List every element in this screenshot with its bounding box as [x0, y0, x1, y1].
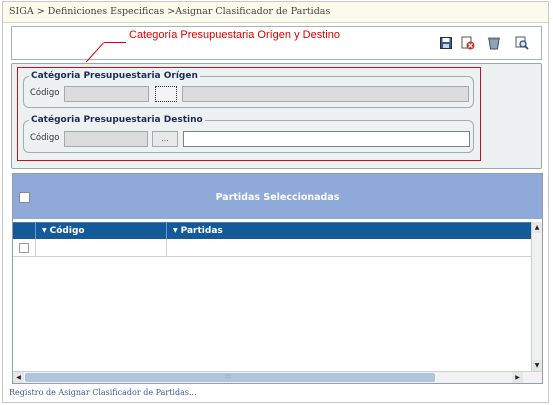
cancel-icon[interactable]	[461, 36, 475, 50]
destino-code-field[interactable]	[64, 131, 148, 147]
destino-legend: Catégoria Presupuestaria Destino	[31, 115, 203, 125]
partidas-grid: Partidas Seleccionadas ▼ Código ▼ Partidas…	[12, 173, 543, 384]
column-partidas[interactable]: ▼ Partidas	[167, 223, 531, 240]
destino-code-label: Código	[30, 133, 60, 143]
sort-down-icon: ▼	[173, 227, 178, 234]
origen-description-field[interactable]	[182, 86, 469, 102]
toolbar: Categoría Presupuestaria Orígen y Destin…	[11, 26, 542, 60]
scroll-up-icon[interactable]: ▲	[532, 222, 542, 233]
delete-icon[interactable]	[487, 36, 501, 50]
horizontal-scrollbar[interactable]: ◀ ::: ▶	[13, 371, 542, 383]
origen-group: Catégoria Presupuestaria Orígen Código	[23, 71, 474, 108]
breadcrumb: SIGA > Definiciones Especificas >Asignar…	[3, 2, 548, 23]
destino-group: Catégoria Presupuestaria Destino Código …	[23, 115, 474, 153]
annotation-label: Categoría Presupuestaria Orígen y Destin…	[129, 29, 340, 41]
table-row[interactable]	[13, 239, 531, 257]
status-bar: Registro de Asignar Clasificador de Part…	[9, 388, 197, 397]
filter-panel: Catégoria Presupuestaria Orígen Código C…	[11, 63, 542, 169]
row-cell-check	[13, 239, 36, 257]
column-codigo-label: Código	[49, 226, 85, 236]
destino-lookup-button[interactable]: ...	[152, 131, 178, 147]
origen-code-field[interactable]	[64, 86, 149, 102]
grid-header: Partidas Seleccionadas	[13, 174, 542, 219]
column-header-bar: ▼ Código ▼ Partidas	[13, 222, 531, 240]
scroll-down-icon[interactable]: ▼	[532, 360, 542, 371]
save-icon[interactable]	[439, 36, 453, 50]
scroll-right-icon[interactable]: ▶	[512, 372, 523, 383]
origen-legend: Catégoria Presupuestaria Orígen	[31, 71, 198, 81]
origen-code-label: Código	[30, 88, 60, 98]
origen-lookup-button[interactable]	[155, 86, 177, 102]
grid-title: Partidas Seleccionadas	[215, 192, 340, 203]
scroll-left-icon[interactable]: ◀	[13, 372, 24, 383]
highlight-box: Catégoria Presupuestaria Orígen Código C…	[17, 67, 481, 161]
column-partidas-label: Partidas	[180, 226, 223, 236]
sort-down-icon: ▼	[42, 227, 47, 234]
vertical-scrollbar[interactable]: ▲ ▼	[531, 222, 542, 371]
column-codigo[interactable]: ▼ Código	[36, 223, 167, 240]
grip-icon: :::	[225, 373, 232, 380]
column-checkbox-header	[13, 223, 36, 240]
row-cell-codigo	[36, 239, 167, 257]
search-icon[interactable]	[515, 36, 529, 50]
app-frame: SIGA > Definiciones Especificas >Asignar…	[2, 1, 549, 403]
destino-description-field[interactable]	[183, 131, 470, 147]
